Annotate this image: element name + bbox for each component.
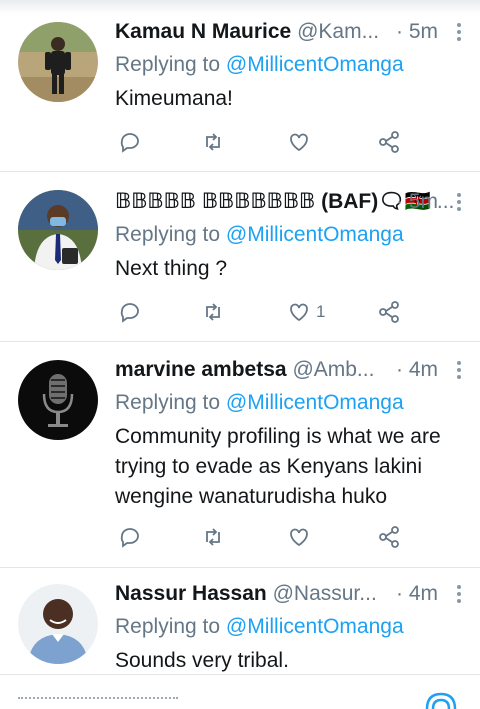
share-icon [379,526,399,548]
like-button[interactable] [287,128,311,156]
user-handle[interactable]: @Kam... [297,20,379,43]
display-name[interactable]: Nassur Hassan [115,582,267,605]
tweet-header: marvine ambetsa @Amb... · 4m [115,356,464,384]
tweet-header: 𝔹𝔹𝔹𝔹𝔹 𝔹𝔹𝔹𝔹𝔹𝔹𝔹 (BAF)🗨🇰🇪 ... · 5m [115,188,464,216]
more-vertical-icon[interactable] [454,192,464,212]
display-name[interactable]: Kamau N Maurice [115,20,291,43]
tweet-item[interactable]: Kamau N Maurice @Kam... · 5m Replying to… [0,0,480,172]
tweet-text: Sounds very tribal. [115,649,289,672]
mention-link[interactable]: @MillicentOmanga [226,223,404,246]
more-vertical-icon[interactable] [454,360,464,380]
retweet-icon [206,303,220,321]
tweet-text: Community profiling is what we are tryin… [115,425,441,508]
like-button[interactable]: 1 [287,298,325,326]
tweet-header: Nassur Hassan @Nassur... · 4m [115,580,464,608]
tweet-item[interactable]: 𝔹𝔹𝔹𝔹𝔹 𝔹𝔹𝔹𝔹𝔹𝔹𝔹 (BAF)🗨🇰🇪 ... · 5m Replying… [0,172,480,342]
share-button[interactable] [377,523,401,551]
display-name[interactable]: 𝔹𝔹𝔹𝔹𝔹 𝔹𝔹𝔹𝔹𝔹𝔹𝔹 (BAF)🗨🇰🇪 [115,190,431,213]
avatar[interactable] [18,190,98,270]
compose-bar[interactable] [0,674,480,709]
tweet-text: Next thing ? [115,257,228,280]
mention-link[interactable]: @MillicentOmanga [226,615,404,638]
user-handle[interactable]: @Amb... [292,358,374,381]
compose-input[interactable] [18,697,178,703]
timestamp: · 5m [396,190,438,213]
replying-to: Replying to @MillicentOmanga [115,390,464,416]
tweet-item[interactable]: Nassur Hassan @Nassur... · 4m Replying t… [0,568,480,674]
mention-link[interactable]: @MillicentOmanga [226,391,404,414]
display-name[interactable]: marvine ambetsa [115,358,287,381]
tweet-actions [115,523,425,551]
heart-icon [290,528,308,547]
timestamp: · 4m [396,582,438,605]
replying-to: Replying to @MillicentOmanga [115,614,464,640]
mention-link[interactable]: @MillicentOmanga [226,53,404,76]
replying-to: Replying to @MillicentOmanga [115,52,464,78]
replying-to-label: Replying to [115,223,226,246]
tweet-actions [115,128,425,156]
replying-to-label: Replying to [115,391,226,414]
avatar[interactable] [18,584,98,664]
like-count: 1 [316,302,326,321]
retweet-icon [206,133,220,151]
tweet-item[interactable]: marvine ambetsa @Amb... · 4m Replying to… [0,342,480,568]
tweet-header: Kamau N Maurice @Kam... · 5m [115,18,464,46]
share-icon [379,131,399,153]
replying-to: Replying to @MillicentOmanga [115,222,464,248]
heart-icon [290,303,308,322]
reply-button[interactable] [118,523,142,551]
heart-icon [290,133,308,152]
more-vertical-icon[interactable] [454,584,464,604]
like-button[interactable] [287,523,311,551]
retweet-icon [206,528,220,546]
reply-button[interactable] [118,128,142,156]
avatar[interactable] [18,360,98,440]
retweet-button[interactable] [201,523,225,551]
tweet-actions: 1 [115,298,425,326]
retweet-button[interactable] [201,128,225,156]
tweet-text: Kimeumana! [115,87,233,110]
avatar[interactable] [18,22,98,102]
more-vertical-icon[interactable] [454,22,464,42]
user-handle[interactable]: @Nassur... [273,582,377,605]
replying-to-label: Replying to [115,53,226,76]
retweet-button[interactable] [201,298,225,326]
reply-button[interactable] [118,298,142,326]
reply-icon [120,528,139,548]
timestamp: · 4m [396,358,438,381]
share-button[interactable] [377,298,401,326]
reply-icon [120,133,139,153]
reply-icon [120,303,139,323]
timestamp: · 5m [396,20,438,43]
share-button[interactable] [377,128,401,156]
replying-to-label: Replying to [115,615,226,638]
user-handle[interactable]: ... [437,190,455,213]
spaces-icon[interactable] [424,691,458,709]
share-icon [379,301,399,323]
